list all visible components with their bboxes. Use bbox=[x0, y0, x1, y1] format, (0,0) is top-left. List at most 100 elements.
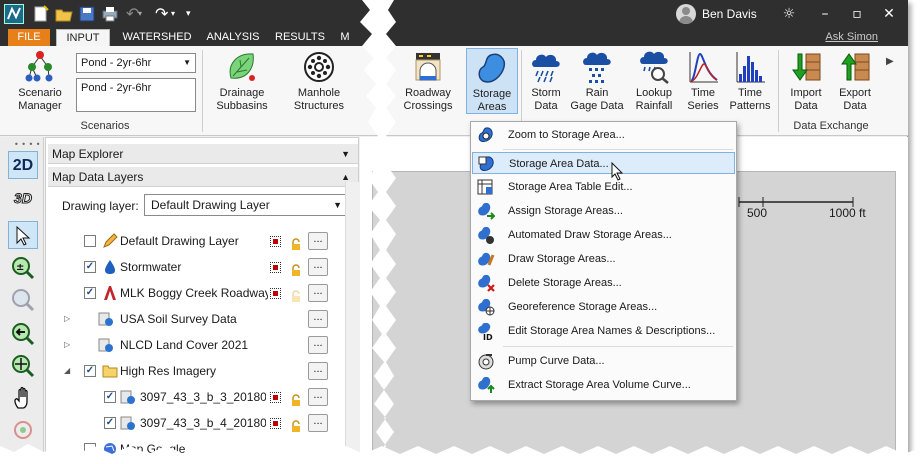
layer-row[interactable]: ▷ NLCD Land Cover 2021... bbox=[46, 334, 346, 356]
menu-item-storage-area-data[interactable]: Storage Area Data... bbox=[472, 152, 735, 174]
menu-item-automated-draw[interactable]: Automated Draw Storage Areas... bbox=[472, 224, 735, 246]
storm-data-button[interactable]: Storm Data bbox=[526, 50, 566, 113]
print-icon[interactable] bbox=[101, 5, 119, 23]
storage-areas-button[interactable]: Storage Areas bbox=[466, 48, 518, 114]
menu-item-pump-curve-data[interactable]: Pump Curve Data... bbox=[472, 350, 735, 372]
layer-color-swatch[interactable] bbox=[270, 418, 281, 429]
menu-item-label: Assign Storage Areas... bbox=[508, 205, 623, 217]
close-icon[interactable]: ✕ bbox=[874, 4, 904, 24]
layer-row[interactable]: ✓ 3097_43_3_b_3_20180122... bbox=[46, 386, 346, 408]
scenario-list-item[interactable]: Pond - 2yr-6hr bbox=[81, 82, 151, 94]
zoom-extents-tool[interactable]: ± bbox=[8, 253, 38, 281]
expand-arrow-icon[interactable]: ▷ bbox=[64, 334, 70, 356]
layer-row[interactable]: ✓ 3097_43_3_b_4_20180122... bbox=[46, 412, 346, 434]
tab-input[interactable]: INPUT bbox=[56, 29, 110, 46]
layer-list-scrollbar[interactable] bbox=[345, 182, 359, 458]
layer-options-button[interactable]: ... bbox=[308, 414, 328, 432]
time-patterns-button[interactable]: Time Patterns bbox=[726, 50, 774, 113]
zoom-window-tool[interactable] bbox=[8, 285, 38, 313]
ask-simon-link[interactable]: Ask Simon bbox=[825, 31, 878, 43]
manhole-structures-button[interactable]: Manhole Structures bbox=[286, 50, 352, 113]
export-data-button[interactable]: Export Data bbox=[832, 50, 878, 113]
customize-qat-icon[interactable]: ▾ bbox=[186, 5, 204, 23]
scenario-manager-button[interactable]: Scenario Manager bbox=[10, 50, 70, 113]
chevron-down-icon[interactable]: ▼ bbox=[341, 144, 350, 164]
layer-visibility-checkbox[interactable]: ✓ bbox=[84, 287, 96, 299]
view-3d-button[interactable]: 3D bbox=[8, 183, 38, 211]
rotate-tool[interactable] bbox=[8, 415, 38, 443]
layer-color-swatch[interactable] bbox=[270, 288, 281, 299]
layer-visibility-checkbox[interactable] bbox=[84, 235, 96, 247]
rain-gage-data-label: Rain Gage Data bbox=[570, 87, 624, 112]
open-folder-icon[interactable] bbox=[55, 5, 73, 23]
tab-more[interactable]: M bbox=[336, 29, 354, 46]
lookup-rainfall-button[interactable]: Lookup Rainfall bbox=[628, 50, 680, 113]
manhole-structures-label: Manhole Structures bbox=[293, 87, 345, 112]
layer-visibility-checkbox[interactable] bbox=[84, 443, 96, 455]
menu-item-georeference[interactable]: Georeference Storage Areas... bbox=[472, 296, 735, 318]
menu-item-extract-volume-curve[interactable]: Extract Storage Area Volume Curve... bbox=[472, 374, 735, 396]
maximize-icon[interactable]: ▫ bbox=[842, 4, 872, 24]
select-pointer-tool[interactable] bbox=[8, 221, 38, 249]
layer-row[interactable]: ✓ MLK Boggy Creek Roadway C... bbox=[46, 282, 346, 304]
undo-dropdown-icon[interactable]: ▾ bbox=[138, 5, 156, 23]
layer-options-button[interactable]: ... bbox=[308, 284, 328, 302]
lock-icon[interactable] bbox=[290, 391, 302, 406]
theme-sun-icon[interactable]: ☼ bbox=[774, 4, 804, 24]
view-2d-button[interactable]: 2D bbox=[8, 151, 38, 179]
user-account[interactable]: Ben Davis bbox=[676, 4, 757, 24]
menu-item-draw-storage-areas[interactable]: Draw Storage Areas... bbox=[472, 248, 735, 270]
save-icon[interactable] bbox=[78, 5, 96, 23]
layer-visibility-checkbox[interactable]: ✓ bbox=[104, 391, 116, 403]
menu-item-zoom-to-storage-area[interactable]: Zoom to Storage Area... bbox=[472, 124, 735, 146]
layer-visibility-checkbox[interactable]: ✓ bbox=[84, 261, 96, 273]
lock-icon[interactable] bbox=[290, 287, 302, 302]
menu-item-assign-storage-areas[interactable]: Assign Storage Areas... bbox=[472, 200, 735, 222]
tab-analysis[interactable]: ANALYSIS bbox=[200, 29, 266, 46]
layer-options-button[interactable]: ... bbox=[308, 310, 328, 328]
layer-color-swatch[interactable] bbox=[270, 392, 281, 403]
layer-visibility-checkbox[interactable]: ✓ bbox=[104, 417, 116, 429]
zoom-previous-tool[interactable] bbox=[8, 319, 38, 347]
menu-item-table-edit[interactable]: Storage Area Table Edit... bbox=[472, 176, 735, 198]
layer-row[interactable]: ▷ USA Soil Survey Data... bbox=[46, 308, 346, 330]
menu-item-edit-names[interactable]: ID Edit Storage Area Names & Descriptions… bbox=[472, 320, 735, 342]
zoom-center-tool[interactable] bbox=[8, 351, 38, 379]
map-data-layers-header[interactable]: Map Data Layers ▲ bbox=[48, 167, 358, 187]
lock-icon[interactable] bbox=[290, 235, 302, 250]
roadway-crossings-button[interactable]: Roadway Crossings bbox=[394, 50, 462, 113]
drawing-layer-select[interactable]: Default Drawing Layer ▼ bbox=[144, 194, 348, 216]
layer-row[interactable]: Map Google bbox=[46, 438, 346, 460]
expand-open-icon[interactable]: ◢ bbox=[64, 360, 70, 382]
time-series-button[interactable]: Time Series bbox=[682, 50, 724, 113]
rain-gage-data-button[interactable]: Rain Gage Data bbox=[568, 50, 626, 113]
menu-item-delete-storage-areas[interactable]: Delete Storage Areas... bbox=[472, 272, 735, 294]
scenario-select[interactable]: Pond - 2yr-6hr ▼ bbox=[76, 53, 196, 73]
new-file-icon[interactable] bbox=[32, 5, 50, 23]
lock-icon[interactable] bbox=[290, 417, 302, 432]
map-explorer-panel: Map Explorer ▼ Map Data Layers ▲ Drawing… bbox=[45, 137, 359, 458]
scenario-list[interactable]: Pond - 2yr-6hr bbox=[76, 78, 196, 112]
lock-icon[interactable] bbox=[290, 261, 302, 276]
layer-options-button[interactable]: ... bbox=[308, 336, 328, 354]
layer-row[interactable]: ◢ ✓ High Res Imagery... bbox=[46, 360, 346, 382]
expand-arrow-icon[interactable]: ▷ bbox=[64, 308, 70, 330]
tab-results[interactable]: RESULTS bbox=[270, 29, 330, 46]
layer-color-swatch[interactable] bbox=[270, 236, 281, 247]
tab-file[interactable]: FILE bbox=[8, 29, 50, 46]
layer-options-button[interactable]: ... bbox=[308, 232, 328, 250]
minimize-icon[interactable]: – bbox=[810, 4, 840, 24]
pan-tool[interactable] bbox=[8, 383, 38, 411]
layer-options-button[interactable]: ... bbox=[308, 362, 328, 380]
map-explorer-header[interactable]: Map Explorer ▼ bbox=[48, 144, 358, 164]
layer-row[interactable]: Default Drawing Layer... bbox=[46, 230, 346, 252]
import-data-button[interactable]: Import Data bbox=[784, 50, 828, 113]
layer-options-button[interactable]: ... bbox=[308, 258, 328, 276]
tab-watershed[interactable]: WATERSHED bbox=[118, 29, 196, 46]
drainage-subbasins-button[interactable]: Drainage Subbasins bbox=[206, 50, 278, 113]
layer-options-button[interactable]: ... bbox=[308, 388, 328, 406]
ribbon-scroll-right-icon[interactable]: ▶ bbox=[886, 56, 894, 67]
layer-row[interactable]: ✓ Stormwater... bbox=[46, 256, 346, 278]
layer-color-swatch[interactable] bbox=[270, 262, 281, 273]
layer-visibility-checkbox[interactable]: ✓ bbox=[84, 365, 96, 377]
